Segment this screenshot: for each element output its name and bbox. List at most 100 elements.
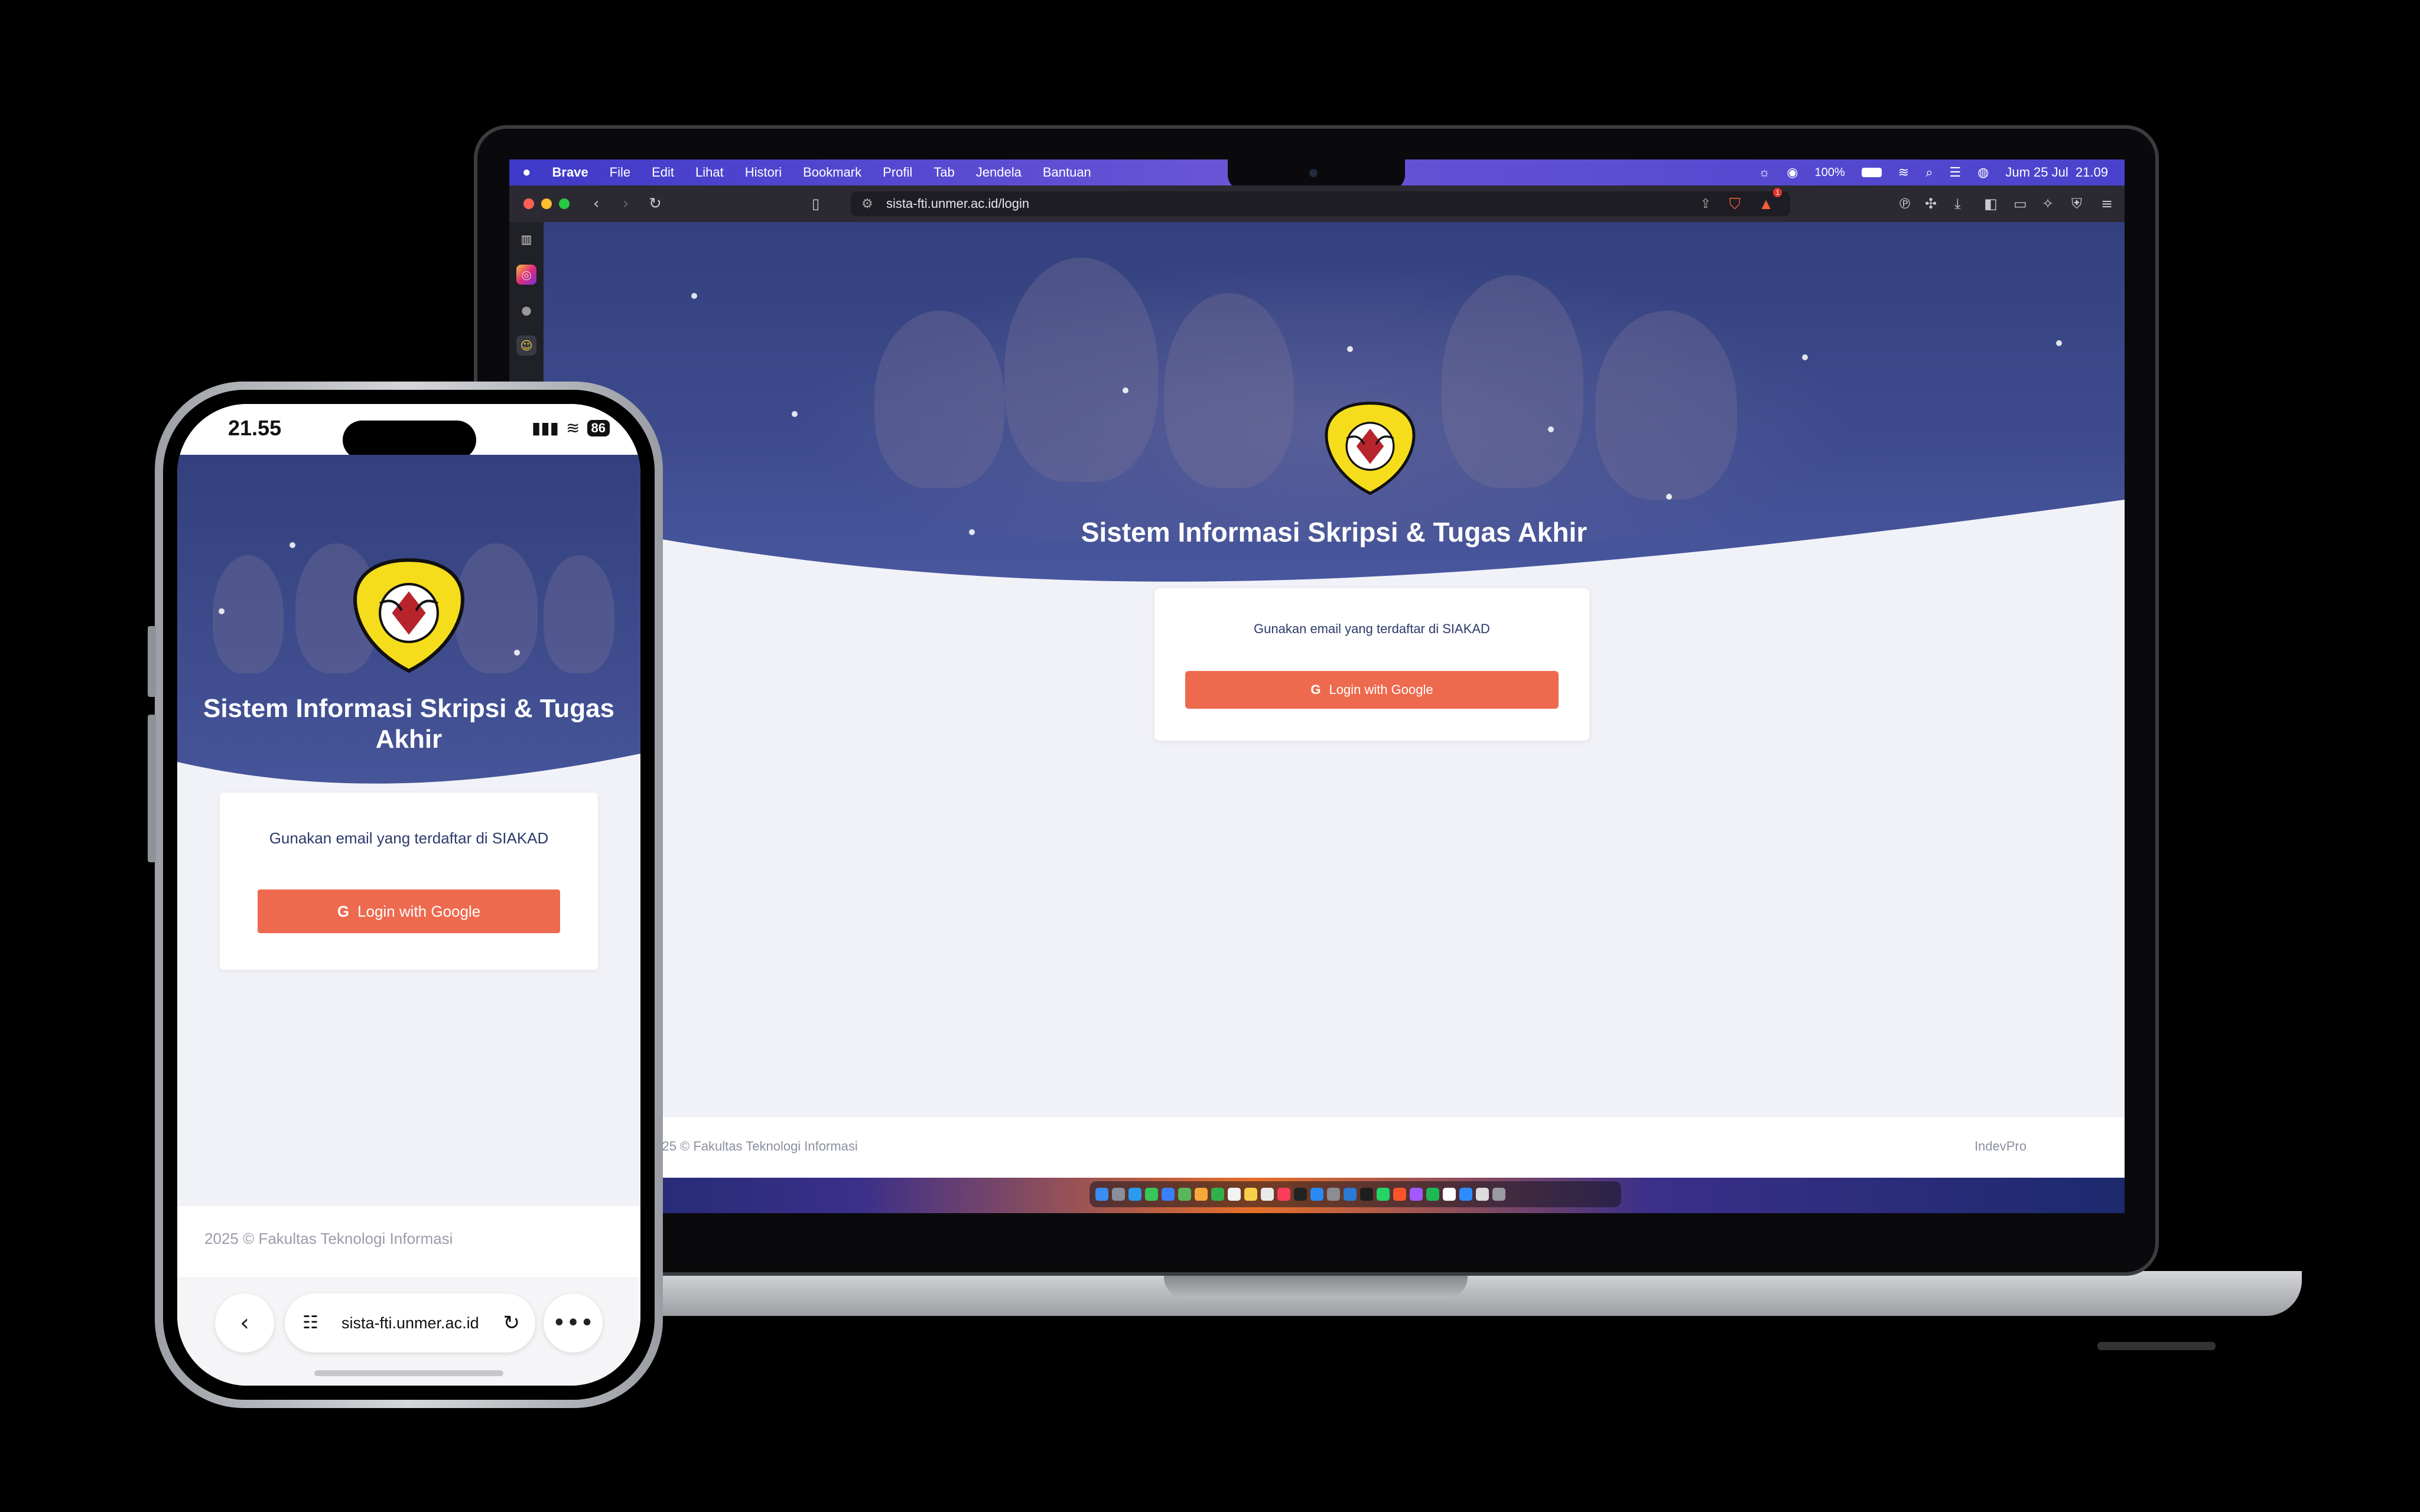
menu-file[interactable]: File (610, 165, 630, 180)
forward-icon[interactable]: › (623, 194, 629, 214)
phone-back-button[interactable]: ‹ (215, 1293, 274, 1353)
sidebar-panel-icon[interactable]: ▥ (516, 229, 536, 249)
maps-icon[interactable] (1178, 1188, 1191, 1201)
dynamic-island (343, 421, 476, 460)
menubar-datetime[interactable]: Jum 25 Jul 21.09 (2005, 165, 2108, 180)
menu-app-name[interactable]: Brave (552, 165, 588, 180)
minimize-window-button[interactable] (541, 198, 552, 209)
reload-icon[interactable]: ↻ (649, 194, 662, 214)
calendar-icon[interactable] (1228, 1188, 1241, 1201)
close-window-button[interactable] (523, 198, 534, 209)
brave-rewards-icon[interactable]: ▲ (1758, 191, 1774, 216)
sidebar-toggle-icon[interactable]: ◧ (1984, 194, 1998, 214)
app-store-icon[interactable] (1310, 1188, 1323, 1201)
facetime-icon[interactable] (1211, 1188, 1224, 1201)
trash-icon[interactable] (1492, 1188, 1505, 1201)
leo-ai-icon[interactable]: ✧ (2042, 194, 2054, 214)
google-g-icon: G (337, 902, 350, 920)
phone-battery: 86 (587, 419, 610, 436)
menu-tab[interactable]: Tab (933, 165, 954, 180)
battery-icon[interactable] (1861, 168, 1882, 177)
control-center-icon[interactable]: ☰ (1949, 165, 1961, 180)
document-icon[interactable] (1476, 1188, 1489, 1201)
search-icon[interactable]: ⌕ (1925, 165, 1933, 180)
share-icon[interactable]: ⇪ (1700, 191, 1711, 216)
apple-icon[interactable]: ● (522, 164, 531, 181)
login-page: Sistem Informasi Skripsi & Tugas Akhir G… (544, 222, 2125, 1213)
laptop-foot (2097, 1342, 2216, 1350)
university-logo-shield (1325, 402, 1416, 496)
notification-badge: 1 (1773, 188, 1782, 197)
vscode-icon[interactable] (1344, 1188, 1357, 1201)
instagram-icon[interactable]: ◎ (516, 265, 536, 285)
brightness-icon[interactable]: ☼ (1758, 165, 1770, 180)
mail-icon[interactable] (1162, 1188, 1175, 1201)
terminal-icon[interactable] (1360, 1188, 1373, 1201)
download-icon[interactable]: ⤓ (1954, 194, 1961, 214)
messages-icon[interactable] (1145, 1188, 1158, 1201)
tabs-icon[interactable]: ☷ (302, 1293, 318, 1353)
phone-address-bar[interactable]: ☷ sista-fti.unmer.ac.id ↻ (285, 1293, 535, 1353)
site-settings-icon[interactable]: ⚙ (861, 191, 873, 216)
zoom-window-button[interactable] (559, 198, 570, 209)
reload-icon[interactable]: ↻ (503, 1293, 521, 1353)
wifi-icon[interactable]: ≋ (1898, 165, 1909, 180)
siri-icon[interactable]: ◍ (1977, 165, 1989, 180)
cellular-signal-icon: ▮▮▮ (531, 418, 560, 438)
apple-icon[interactable]: ● (516, 300, 536, 320)
phone-page-footer: 2025 © Fakultas Teknologi Informasi (177, 1206, 640, 1277)
whatsapp-icon[interactable] (1377, 1188, 1390, 1201)
menu-window[interactable]: Jendela (976, 165, 1022, 180)
settings-icon[interactable] (1327, 1188, 1340, 1201)
phone-footer-copyright: 2025 © Fakultas Teknologi Informasi (204, 1230, 453, 1247)
tv-icon[interactable] (1294, 1188, 1307, 1201)
menu-bookmark[interactable]: Bookmark (803, 165, 861, 180)
notes-icon[interactable] (1244, 1188, 1257, 1201)
more-icon: ••• (552, 1309, 594, 1337)
footer-copyright: 2025 © Fakultas Teknologi Informasi (648, 1139, 858, 1153)
back-icon[interactable]: ‹ (593, 194, 599, 214)
brave-icon[interactable] (1393, 1188, 1406, 1201)
spotify-icon[interactable] (1426, 1188, 1439, 1201)
menu-profile[interactable]: Profil (883, 165, 912, 180)
zoom-icon[interactable] (1459, 1188, 1472, 1201)
phone-more-button[interactable]: ••• (544, 1293, 603, 1353)
phone-screen: 21.55 ▮▮▮ ≋ 86 Sistem Informasi Skripsi … (177, 404, 640, 1386)
crypto-wallet-icon[interactable]: ▭ (2014, 194, 2027, 214)
menu-history[interactable]: Histori (745, 165, 782, 180)
phone-address-url: sista-fti.unmer.ac.id (341, 1314, 479, 1332)
launchpad-icon[interactable] (1112, 1188, 1125, 1201)
finder-icon[interactable] (1095, 1188, 1108, 1201)
address-bar[interactable]: ⚙ sista-fti.unmer.ac.id/login ⇪ ⛉ ▲ 1 (851, 188, 1790, 216)
login-google-button[interactable]: G Login with Google (1185, 671, 1559, 709)
menu-edit[interactable]: Edit (652, 165, 674, 180)
safari-icon[interactable] (1128, 1188, 1141, 1201)
bookmark-icon[interactable]: ▯ (812, 194, 819, 214)
login-google-label: Login with Google (1329, 682, 1433, 697)
brave-shield-icon[interactable]: ⛉ (1729, 191, 1741, 216)
screen-record-icon[interactable]: ◉ (1787, 165, 1798, 180)
battery-percent: 100% (1814, 165, 1845, 179)
phone-login-google-label: Login with Google (357, 902, 481, 920)
phone-browser-bar: ‹ ☷ sista-fti.unmer.ac.id ↻ ••• (177, 1277, 640, 1386)
music-icon[interactable] (1277, 1188, 1290, 1201)
phone-side-button (148, 780, 156, 862)
macos-dock (1089, 1181, 1621, 1207)
footer-credit[interactable]: IndevPro (1975, 1139, 2027, 1154)
wifi-icon: ≋ (566, 418, 580, 438)
photos-icon[interactable] (1195, 1188, 1208, 1201)
reminders-icon[interactable] (1261, 1188, 1274, 1201)
menu-help[interactable]: Bantuan (1043, 165, 1091, 180)
vpn-icon[interactable]: ⛨ (2071, 194, 2082, 214)
extensions-icon[interactable]: ✣ (1925, 194, 1937, 214)
address-bar-url: sista-fti.unmer.ac.id/login (886, 196, 1030, 211)
phone-login-google-button[interactable]: G Login with Google (258, 889, 560, 933)
menu-view[interactable]: Lihat (695, 165, 724, 180)
university-logo-shield (353, 558, 464, 673)
laptop-screen: ● Brave File Edit Lihat Histori Bookmark… (509, 159, 2125, 1213)
menu-icon[interactable]: ≡ (2101, 194, 2113, 214)
figma-icon[interactable] (1410, 1188, 1423, 1201)
wallet-icon[interactable]: ℗ (1898, 194, 1912, 214)
chatbot-icon[interactable]: ☺ (516, 335, 536, 356)
notion-icon[interactable] (1443, 1188, 1456, 1201)
